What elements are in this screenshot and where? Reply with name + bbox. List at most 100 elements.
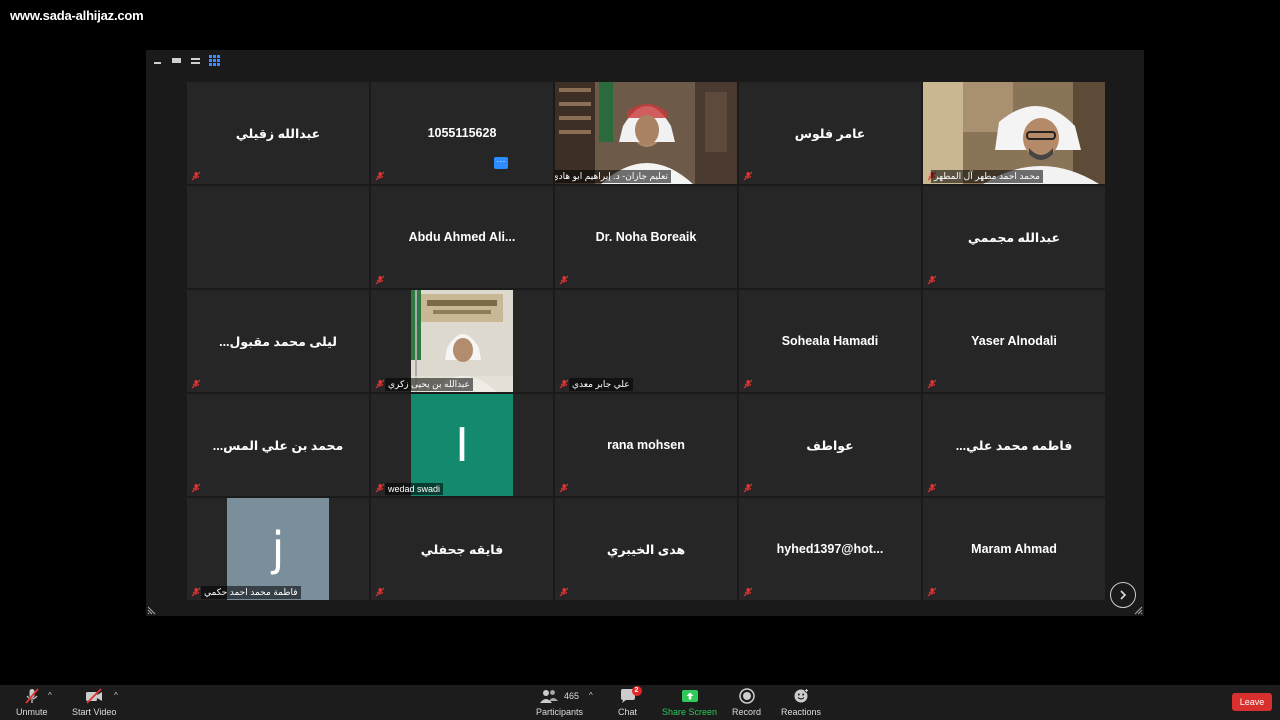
- share-screen-label: Share Screen: [662, 707, 718, 717]
- mic-muted-icon: [743, 171, 753, 181]
- participants-count: 465: [564, 691, 580, 701]
- participant-tile[interactable]: Dr. Noha Boreaik: [555, 186, 737, 288]
- reactions-button[interactable]: Reactions: [781, 687, 821, 717]
- mic-muted-icon: [559, 587, 569, 597]
- mic-muted-icon: [191, 483, 201, 493]
- chat-unread-badge: 2: [631, 686, 642, 696]
- meeting-toolbar: Unmute ^ Start Video ^ 465 Participants …: [0, 685, 1280, 720]
- mic-muted-icon: [927, 483, 937, 493]
- share-screen-button[interactable]: Share Screen: [662, 687, 717, 717]
- participant-name: Dr. Noha Boreaik: [595, 230, 697, 244]
- participant-caption: wedad swadi: [385, 483, 444, 495]
- participant-caption: علي جابر معدي: [569, 378, 633, 391]
- participant-name: hyhed1397@hot...: [776, 542, 884, 556]
- view-controls: [152, 55, 220, 66]
- mic-muted-icon: [375, 275, 385, 285]
- participants-options-caret[interactable]: ^: [589, 691, 593, 700]
- participant-name: Abdu Ahmed Ali...: [408, 230, 516, 244]
- participant-video-feed: [923, 82, 1105, 184]
- mic-muted-icon: [927, 587, 937, 597]
- participant-tile[interactable]: Yaser Alnodali: [923, 290, 1105, 392]
- participant-name: فايقه جحفلي: [420, 542, 504, 557]
- participants-button[interactable]: 465 Participants: [536, 687, 583, 717]
- chat-icon: 2: [620, 686, 642, 705]
- leave-button[interactable]: Leave: [1232, 693, 1272, 711]
- view-minimize-icon[interactable]: [152, 55, 163, 66]
- resize-handle-icon[interactable]: [147, 606, 156, 615]
- meeting-window: عبدالله زقيلي 1055115628 تعليم جازان- د.…: [146, 50, 1144, 616]
- participant-grid: عبدالله زقيلي 1055115628 تعليم جازان- د.…: [187, 82, 1105, 600]
- avatar: I: [411, 394, 513, 496]
- participant-name: Soheala Hamadi: [781, 334, 879, 348]
- record-icon: [738, 687, 755, 705]
- mic-muted-icon: [191, 379, 201, 389]
- record-button[interactable]: Record: [732, 687, 761, 717]
- participant-name: rana mohsen: [607, 438, 685, 452]
- participant-caption: عبدالله بن يحيى زكري: [385, 378, 473, 391]
- participant-tile[interactable]: عبدالله مجممي: [923, 186, 1105, 288]
- mic-muted-icon: [559, 483, 569, 493]
- participants-icon: [540, 690, 558, 703]
- unmute-button[interactable]: Unmute: [16, 687, 48, 717]
- participants-label: Participants: [536, 707, 584, 717]
- avatar-initial: j: [271, 522, 285, 576]
- mic-muted-icon: [927, 275, 937, 285]
- participant-name: عواطف: [806, 438, 854, 453]
- participant-tile[interactable]: [187, 186, 369, 288]
- participant-tile[interactable]: عبدالله بن يحيى زكري: [371, 290, 553, 392]
- participant-video-feed: [411, 290, 513, 392]
- participant-tile[interactable]: 1055115628: [371, 82, 553, 184]
- mic-muted-icon: [375, 379, 385, 389]
- audio-options-caret[interactable]: ^: [48, 691, 52, 700]
- next-page-icon: [1120, 590, 1127, 600]
- start-video-button[interactable]: Start Video: [72, 687, 116, 717]
- view-grid-icon[interactable]: [209, 55, 220, 66]
- resize-handle-icon[interactable]: [1134, 606, 1143, 615]
- next-page-button[interactable]: [1110, 582, 1136, 608]
- participant-name: عبدالله مجممي: [967, 230, 1061, 245]
- view-gallery-icon[interactable]: [190, 55, 201, 66]
- start-video-label: Start Video: [72, 707, 117, 717]
- reactions-icon: [793, 687, 809, 705]
- participant-tile[interactable]: عواطف: [739, 394, 921, 496]
- participant-tile[interactable]: Abdu Ahmed Ali...: [371, 186, 553, 288]
- mic-muted-icon: [375, 587, 385, 597]
- participant-tile[interactable]: هدى الخيبري: [555, 498, 737, 600]
- video-options-caret[interactable]: ^: [114, 691, 118, 700]
- mic-muted-icon: [375, 171, 385, 181]
- mic-muted-icon: [375, 483, 385, 493]
- tile-more-options-button[interactable]: ···: [494, 157, 508, 169]
- participant-tile[interactable]: hyhed1397@hot...: [739, 498, 921, 600]
- participant-name: عبدالله زقيلي: [235, 126, 321, 141]
- mic-muted-icon: [743, 379, 753, 389]
- view-speaker-icon[interactable]: [171, 55, 182, 66]
- participant-tile[interactable]: فايقه جحفلي: [371, 498, 553, 600]
- mic-muted-icon: [559, 275, 569, 285]
- site-watermark: www.sada-alhijaz.com: [10, 8, 144, 23]
- participant-tile[interactable]: I wedad swadi: [371, 394, 553, 496]
- participant-tile[interactable]: فاطمه محمد علي...: [923, 394, 1105, 496]
- participant-tile[interactable]: rana mohsen: [555, 394, 737, 496]
- participant-tile[interactable]: محمد احمد مطهر آل المطهر: [923, 82, 1105, 184]
- participant-name: عامر فلوس: [794, 126, 866, 141]
- participant-name: محمد بن علي المس...: [212, 438, 344, 453]
- participant-tile[interactable]: Soheala Hamadi: [739, 290, 921, 392]
- participant-tile[interactable]: عامر فلوس: [739, 82, 921, 184]
- participant-tile[interactable]: [739, 186, 921, 288]
- participant-tile[interactable]: علي جابر معدي: [555, 290, 737, 392]
- participant-tile[interactable]: عبدالله زقيلي: [187, 82, 369, 184]
- mic-muted-icon: [191, 587, 201, 597]
- mic-muted-icon: [743, 587, 753, 597]
- participant-tile[interactable]: Maram Ahmad: [923, 498, 1105, 600]
- avatar: j: [227, 498, 329, 600]
- participant-name: 1055115628: [427, 126, 497, 140]
- chat-button[interactable]: 2 Chat: [618, 686, 642, 717]
- participant-tile[interactable]: محمد بن علي المس...: [187, 394, 369, 496]
- participant-tile[interactable]: ليلى محمد مقبول...: [187, 290, 369, 392]
- participant-tile-active-speaker[interactable]: تعليم جازان- د. إبراهيم ابو هادي: [555, 82, 737, 184]
- participant-tile[interactable]: j فاطمة محمد احمد حكمي: [187, 498, 369, 600]
- participant-caption: فاطمة محمد احمد حكمي: [201, 586, 301, 599]
- participant-caption: تعليم جازان- د. إبراهيم ابو هادي: [555, 170, 671, 183]
- chat-label: Chat: [618, 707, 638, 717]
- record-label: Record: [732, 707, 762, 717]
